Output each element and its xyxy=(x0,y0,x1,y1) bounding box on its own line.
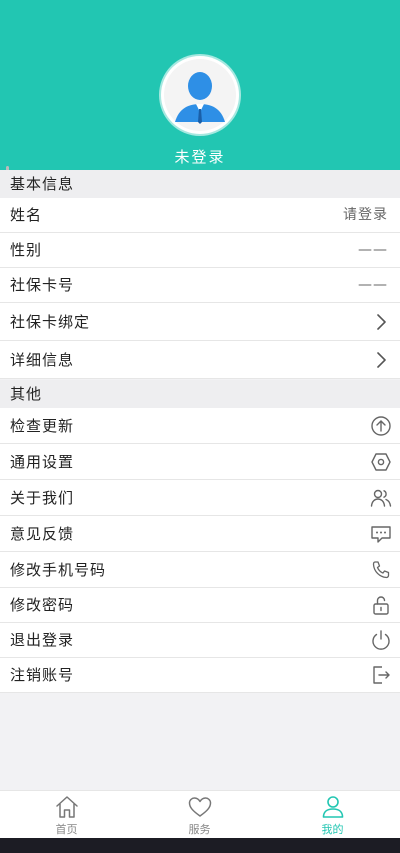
unlock-icon xyxy=(373,596,389,615)
user-icon xyxy=(322,796,344,818)
home-icon xyxy=(56,796,78,818)
row-general-settings[interactable]: 通用设置 xyxy=(0,444,400,480)
row-check-update[interactable]: 检查更新 xyxy=(0,408,400,444)
row-value: 请登录 xyxy=(343,207,388,223)
row-about-us[interactable]: 关于我们 xyxy=(0,480,400,516)
row-label: 退出登录 xyxy=(10,631,75,649)
row-feedback[interactable]: 意见反馈 xyxy=(0,516,400,552)
users-icon xyxy=(370,489,392,507)
row-social-card-binding[interactable]: 社保卡绑定 xyxy=(0,303,400,341)
upload-circle-icon xyxy=(371,416,391,436)
chevron-right-icon xyxy=(377,352,386,368)
row-label: 社保卡号 xyxy=(10,276,75,294)
row-label: 性别 xyxy=(10,241,43,259)
row-value: —— xyxy=(358,277,388,293)
row-label: 注销账号 xyxy=(10,666,75,684)
row-value: —— xyxy=(358,242,388,258)
row-name[interactable]: 姓名 请登录 xyxy=(0,198,400,233)
tab-label: 我的 xyxy=(321,823,344,836)
row-detail-info[interactable]: 详细信息 xyxy=(0,341,400,379)
row-change-phone[interactable]: 修改手机号码 xyxy=(0,552,400,588)
section-other: 其他 xyxy=(0,380,400,408)
logout-icon xyxy=(373,666,390,684)
row-label: 修改密码 xyxy=(10,596,75,614)
row-gender[interactable]: 性别 —— xyxy=(0,233,400,268)
login-status-text[interactable]: 未登录 xyxy=(0,146,400,167)
tab-home[interactable]: 首页 xyxy=(0,791,133,839)
tab-label: 首页 xyxy=(55,823,78,836)
row-label: 意见反馈 xyxy=(10,525,75,543)
row-delete-account[interactable]: 注销账号 xyxy=(0,658,400,693)
power-icon xyxy=(372,630,390,650)
tab-service[interactable]: 服务 xyxy=(133,791,266,839)
row-label: 详细信息 xyxy=(10,351,75,369)
message-icon xyxy=(371,526,391,543)
tab-mine[interactable]: 我的 xyxy=(266,791,399,839)
row-label: 社保卡绑定 xyxy=(10,313,91,331)
row-change-password[interactable]: 修改密码 xyxy=(0,588,400,623)
tab-label: 服务 xyxy=(188,823,211,836)
user-avatar-icon[interactable] xyxy=(161,56,239,134)
row-label: 关于我们 xyxy=(10,489,75,507)
chevron-right-icon xyxy=(377,314,386,330)
row-label: 检查更新 xyxy=(10,417,75,435)
row-logout[interactable]: 退出登录 xyxy=(0,623,400,658)
row-label: 通用设置 xyxy=(10,453,75,471)
heart-icon xyxy=(188,797,212,817)
profile-header: 未登录 xyxy=(0,0,400,170)
row-label: 修改手机号码 xyxy=(10,561,107,579)
phone-icon xyxy=(372,561,390,579)
system-home-bar xyxy=(0,838,400,853)
bottom-tab-bar: 首页 服务 我的 xyxy=(0,790,400,838)
settings-hexagon-icon xyxy=(371,453,391,471)
section-basic-info: 基本信息 xyxy=(0,170,400,198)
row-label: 姓名 xyxy=(10,206,43,224)
row-social-card-number[interactable]: 社保卡号 —— xyxy=(0,268,400,303)
